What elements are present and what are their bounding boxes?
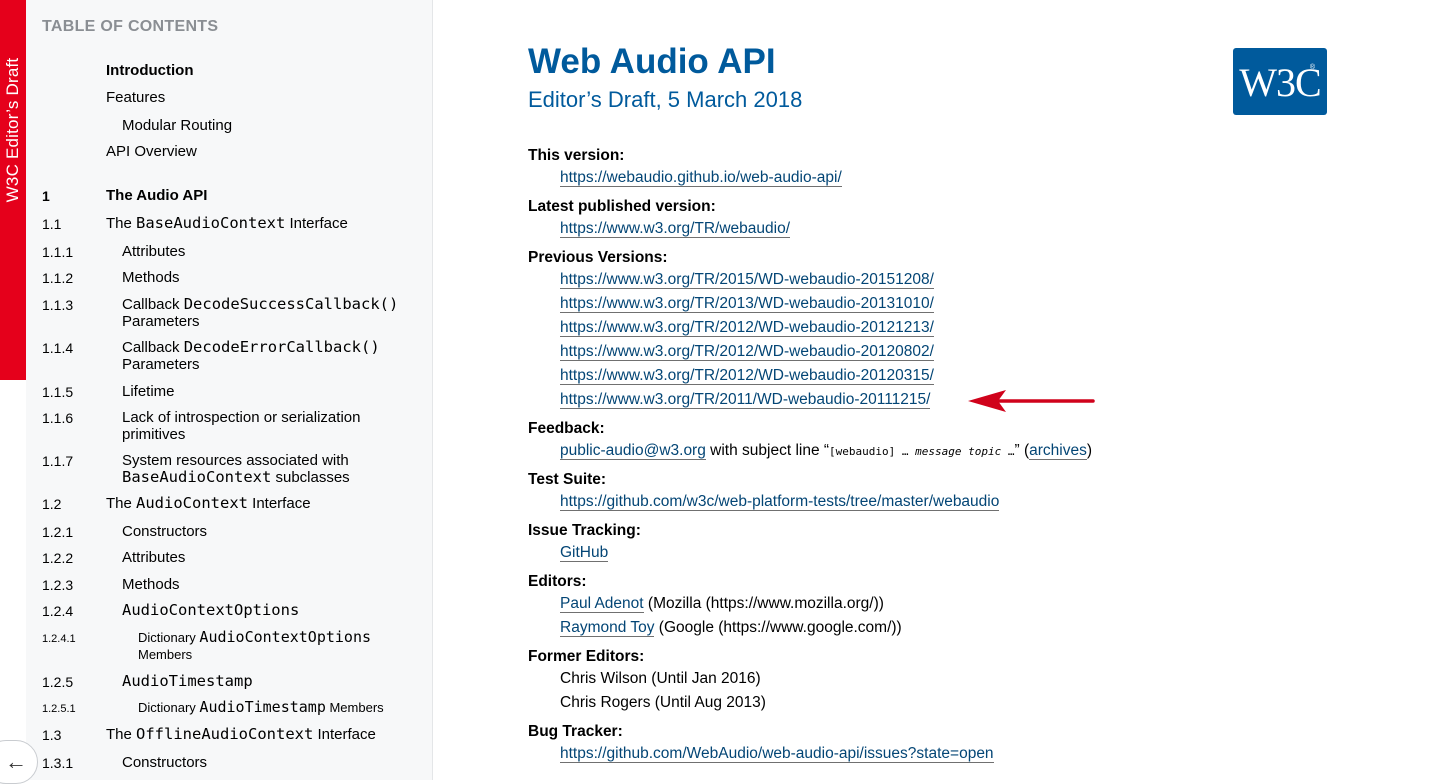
- toc-sidebar: TABLE OF CONTENTS Introduction Features …: [26, 0, 433, 780]
- editor-name-link[interactable]: Raymond Toy: [560, 619, 655, 637]
- bug-tracker-link[interactable]: https://github.com/WebAudio/web-audio-ap…: [560, 745, 994, 763]
- test-suite-label: Test Suite:: [528, 471, 607, 488]
- red-arrow-icon: [968, 390, 1095, 412]
- w3c-editors-draft-side-logo[interactable]: W3C Editor’s Draft: [0, 0, 26, 380]
- feedback-line: public-audio@w3.org with subject line “[…: [560, 442, 1093, 460]
- page-subtitle: Editor’s Draft, 5 March 2018: [528, 87, 803, 112]
- latest-published-label: Latest published version:: [528, 198, 716, 215]
- previous-version-link[interactable]: https://www.w3.org/TR/2011/WD-webaudio-2…: [560, 391, 931, 409]
- editor-entry: Raymond Toy (Google (https://www.google.…: [560, 619, 902, 637]
- previous-version-link[interactable]: https://www.w3.org/TR/2015/WD-webaudio-2…: [560, 271, 934, 289]
- test-suite-link[interactable]: https://github.com/w3c/web-platform-test…: [560, 493, 1000, 511]
- editor-name-link[interactable]: Paul Adenot: [560, 595, 644, 613]
- issue-tracking-label: Issue Tracking:: [528, 522, 641, 539]
- editor-entry: Paul Adenot (Mozilla (https://www.mozill…: [560, 595, 884, 613]
- side-logo-text: W3C Editor’s Draft: [3, 57, 22, 203]
- left-arrow-icon: ←: [5, 749, 27, 774]
- github-link[interactable]: GitHub: [560, 544, 609, 562]
- former-editor-entry: Chris Rogers (Until Aug 2013): [560, 694, 766, 711]
- toc-heading: TABLE OF CONTENTS: [42, 18, 219, 35]
- previous-version-link[interactable]: https://www.w3.org/TR/2012/WD-webaudio-2…: [560, 343, 934, 361]
- latest-published-link[interactable]: https://www.w3.org/TR/webaudio/: [560, 220, 791, 238]
- this-version-link[interactable]: https://webaudio.github.io/web-audio-api…: [560, 169, 842, 187]
- former-editor-entry: Chris Wilson (Until Jan 2016): [560, 670, 761, 687]
- archives-link[interactable]: archives: [1029, 442, 1087, 460]
- previous-version-link[interactable]: https://www.w3.org/TR/2012/WD-webaudio-2…: [560, 319, 934, 337]
- feedback-email-link[interactable]: public-audio@w3.org: [560, 442, 706, 460]
- this-version-label: This version:: [528, 147, 625, 164]
- bug-tracker-label: Bug Tracker:: [528, 723, 623, 740]
- previous-versions-label: Previous Versions:: [528, 249, 668, 266]
- former-editors-label: Former Editors:: [528, 648, 645, 665]
- editors-label: Editors:: [528, 573, 587, 590]
- subject-line-code: [webaudio] … message topic …: [829, 445, 1015, 458]
- previous-version-link[interactable]: https://www.w3.org/TR/2013/WD-webaudio-2…: [560, 295, 934, 313]
- w3c-logo[interactable]: W3C ®: [1233, 48, 1327, 115]
- previous-version-link[interactable]: https://www.w3.org/TR/2012/WD-webaudio-2…: [560, 367, 934, 385]
- page-title: Web Audio API: [528, 42, 776, 81]
- feedback-label: Feedback:: [528, 420, 605, 437]
- registered-mark: ®: [1309, 64, 1315, 71]
